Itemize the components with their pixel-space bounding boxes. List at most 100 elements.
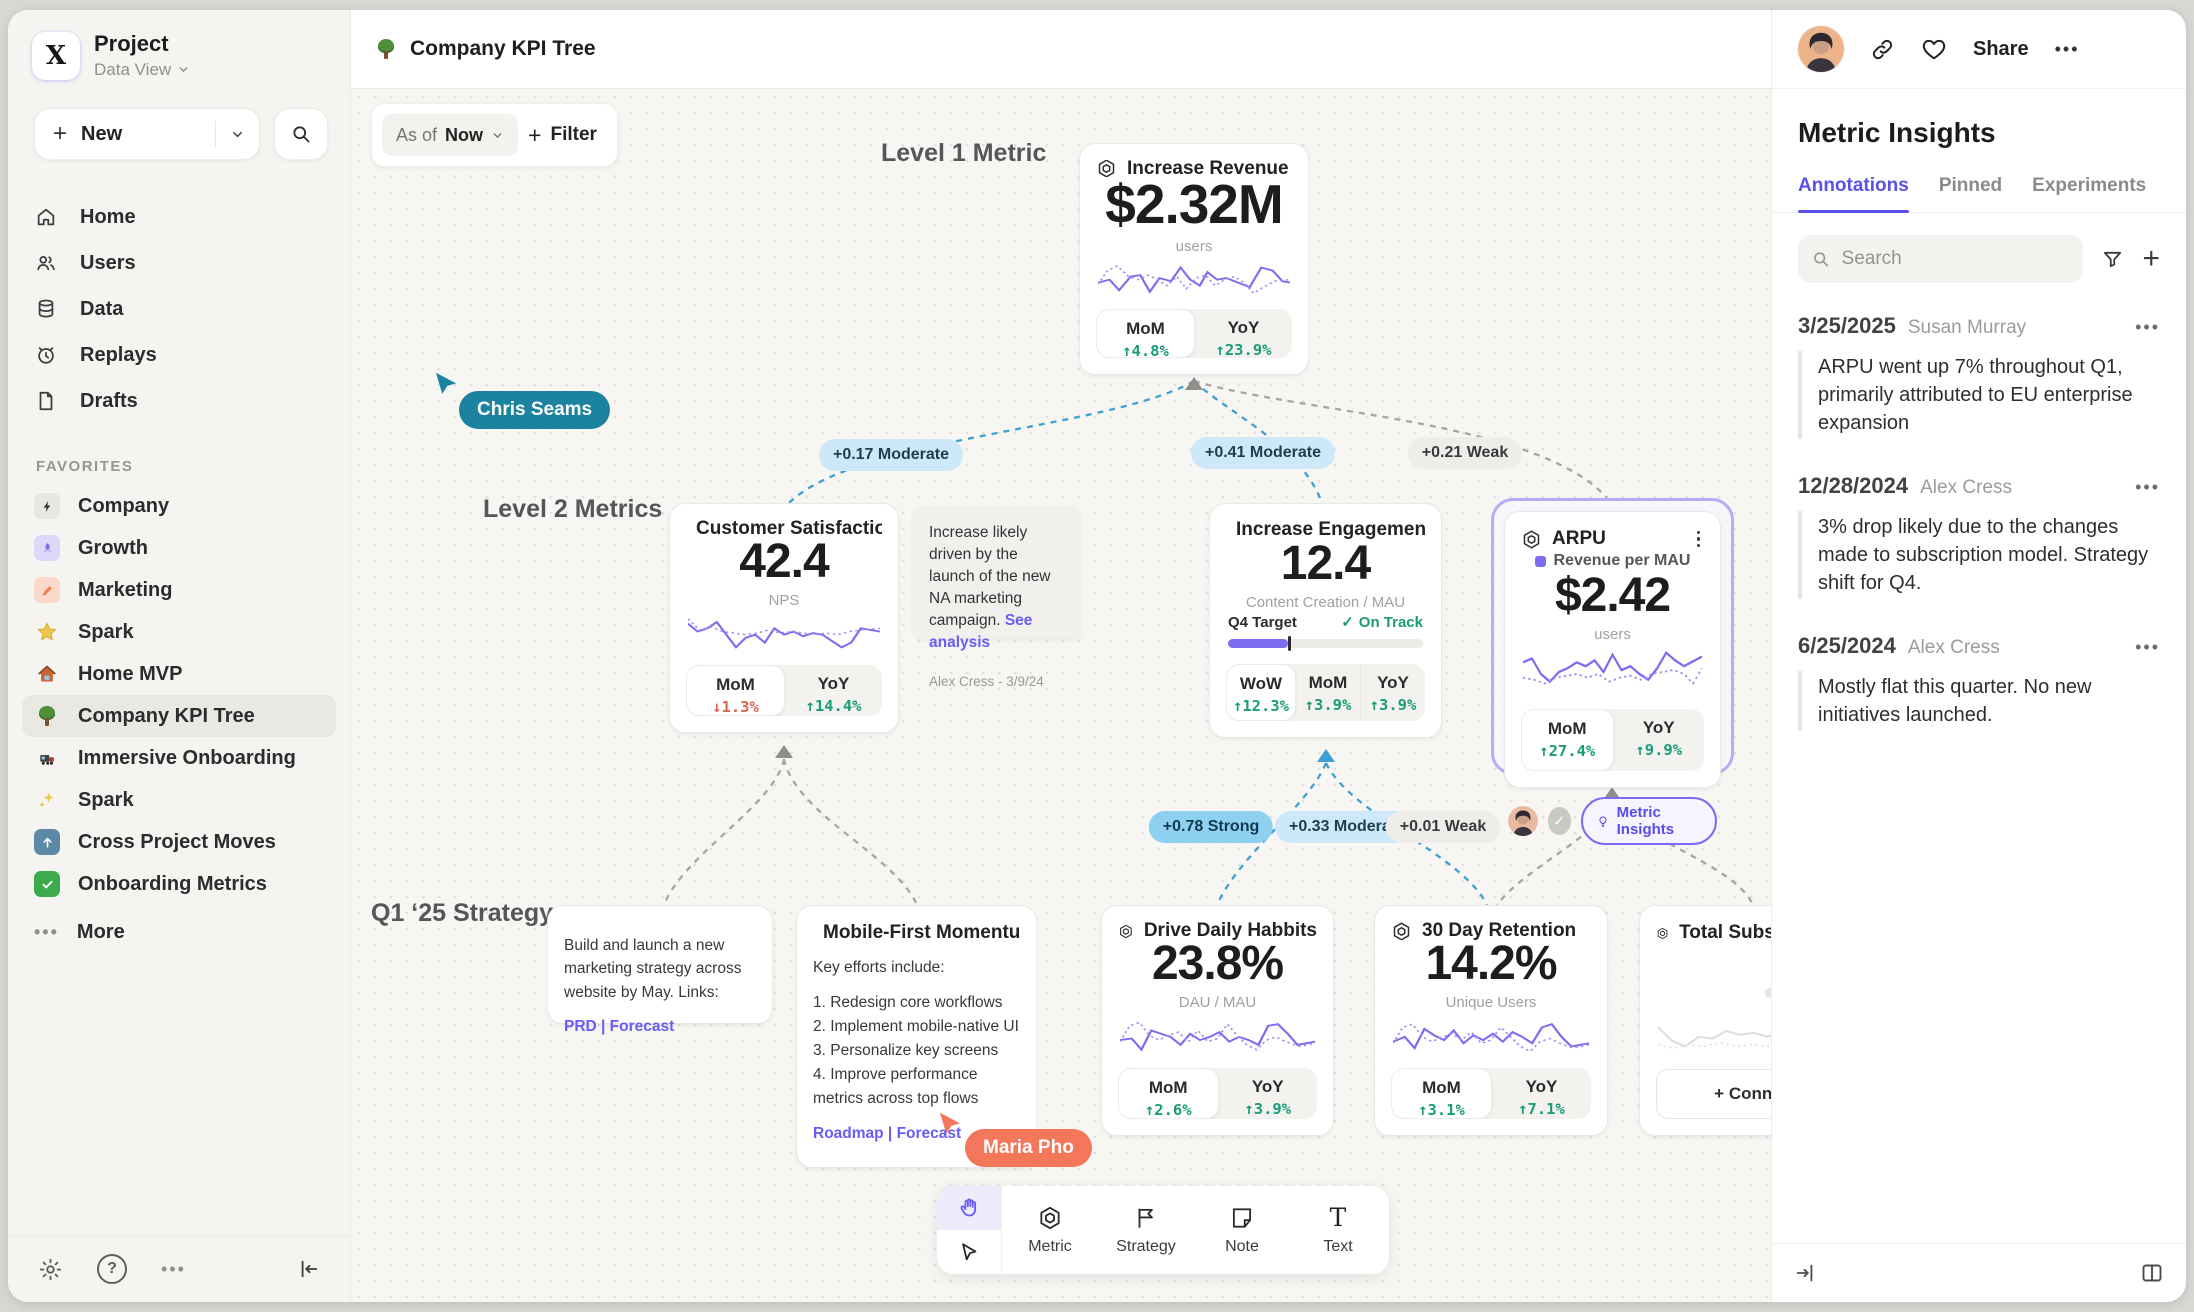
text-tool-button[interactable]: T Text xyxy=(1290,1186,1386,1274)
stat-mom[interactable]: MoM ↑3.1% xyxy=(1391,1068,1492,1119)
filter-funnel-icon[interactable] xyxy=(2101,248,2124,271)
sparkles-icon xyxy=(34,787,60,813)
edge-label[interactable]: +0.78 Strong xyxy=(1149,811,1273,843)
metric-card-total-subscriptions[interactable]: Total Subscriptions + Connect xyxy=(1639,905,1771,1136)
add-annotation-icon[interactable]: + xyxy=(2142,249,2160,269)
project-header[interactable]: X Project Data View xyxy=(8,10,350,90)
share-button[interactable]: Share xyxy=(1973,38,2029,61)
strategy-card-marketing-revamp[interactable]: Marketing Revamp Build and launch a new … xyxy=(547,905,773,1024)
favorite-company[interactable]: Company xyxy=(22,485,336,527)
favorite-spark-2[interactable]: Spark xyxy=(22,779,336,821)
search-icon xyxy=(291,124,311,144)
level1-label: Level 1 Metric xyxy=(881,139,1046,168)
annotation-menu-icon[interactable]: ••• xyxy=(2135,637,2160,658)
metric-card-drive-daily-habbits[interactable]: Drive Daily Habbits 23.8% DAU / MAU MoM … xyxy=(1101,905,1334,1136)
stat-yoy[interactable]: YoY ↑3.9% xyxy=(1219,1068,1318,1119)
favorite-spark[interactable]: Spark xyxy=(22,611,336,653)
metric-value: 23.8% xyxy=(1118,940,1317,988)
stat-value: ↑9.9% xyxy=(1620,741,1699,759)
favorite-growth[interactable]: Growth xyxy=(22,527,336,569)
stat-value: ↑23.9% xyxy=(1201,341,1286,358)
metric-unit: Unique Users xyxy=(1391,994,1591,1011)
metric-card-arpu-selected[interactable]: ARPU Revenue per MAU $2.42 users M xyxy=(1491,498,1734,775)
select-tool-button[interactable] xyxy=(937,1230,1001,1274)
favorite-home-mvp[interactable]: Home MVP xyxy=(22,653,336,695)
metric-card-increase-revenue[interactable]: Increase Revenue $2.32M users MoM ↑4.8% xyxy=(1079,143,1309,375)
kpi-tree-canvas[interactable]: +0.17 Moderate +0.41 Moderate +0.21 Weak… xyxy=(351,89,1771,1302)
help-icon[interactable]: ? xyxy=(97,1254,127,1284)
tab-experiments[interactable]: Experiments xyxy=(2032,175,2146,212)
stat-yoy[interactable]: YoY ↑14.4% xyxy=(785,665,882,716)
metric-insights-button[interactable]: Metric Insights xyxy=(1581,797,1717,845)
stat-mom[interactable]: MoM ↑4.8% xyxy=(1096,309,1195,358)
as-of-selector[interactable]: As of Now xyxy=(382,114,518,156)
new-button[interactable]: + New xyxy=(34,108,260,160)
add-filter-button[interactable]: + Filter xyxy=(528,122,597,149)
stat-wow[interactable]: WoW ↑12.3% xyxy=(1226,664,1296,721)
annotation-text: Mostly flat this quarter. No new initiat… xyxy=(1798,671,2160,731)
search-input[interactable] xyxy=(1840,247,2070,271)
edge-label[interactable]: +0.01 Weak xyxy=(1386,811,1500,843)
annotation-menu-icon[interactable]: ••• xyxy=(2135,477,2160,498)
sidebar-item-users[interactable]: Users xyxy=(34,240,332,286)
annotation-item[interactable]: 6/25/2024 Alex Cress ••• Mostly flat thi… xyxy=(1798,633,2160,731)
stat-mom[interactable]: MoM ↑2.6% xyxy=(1118,1068,1219,1119)
project-view-switcher[interactable]: Data View xyxy=(94,60,190,80)
project-name: Project xyxy=(94,32,190,56)
stat-yoy[interactable]: YoY ↑7.1% xyxy=(1492,1068,1591,1119)
favorite-onboarding-metrics[interactable]: Onboarding Metrics xyxy=(22,863,336,905)
stat-yoy[interactable]: YoY ↑3.9% xyxy=(1360,664,1425,721)
metric-card-customer-satisfaction[interactable]: Customer Satisfaction 42.4 NPS MoM ↓1.3% xyxy=(669,503,899,733)
split-view-icon[interactable] xyxy=(2140,1261,2164,1285)
favorite-marketing[interactable]: Marketing xyxy=(22,569,336,611)
metric-unit: Content Creation / MAU xyxy=(1226,594,1425,611)
stat-mom[interactable]: MoM ↑3.9% xyxy=(1296,664,1360,721)
annotation-item[interactable]: 3/25/2025 Susan Murray ••• ARPU went up … xyxy=(1798,313,2160,439)
tab-annotations[interactable]: Annotations xyxy=(1798,175,1909,212)
stat-yoy[interactable]: YoY ↑23.9% xyxy=(1195,309,1292,358)
edge-label[interactable]: +0.21 Weak xyxy=(1408,437,1522,469)
favorites-more[interactable]: ••• More xyxy=(8,905,350,959)
favorite-immersive-onboarding[interactable]: Immersive Onboarding xyxy=(22,737,336,779)
sidebar-item-home[interactable]: Home xyxy=(34,194,332,240)
strategy-links[interactable]: PRD | Forecast xyxy=(564,1018,756,1036)
sidebar-item-drafts[interactable]: Drafts xyxy=(34,378,332,424)
rocket-icon xyxy=(34,535,60,561)
connect-data-button[interactable]: + Connect xyxy=(1656,1069,1771,1119)
stat-mom[interactable]: MoM ↑27.4% xyxy=(1521,709,1614,771)
favorite-company-kpi-tree[interactable]: Company KPI Tree xyxy=(22,695,336,737)
sidebar-item-data[interactable]: Data xyxy=(34,286,332,332)
edge-label[interactable]: +0.41 Moderate xyxy=(1191,437,1335,469)
annotation-menu-icon[interactable]: ••• xyxy=(2135,317,2160,338)
stat-mom[interactable]: MoM ↓1.3% xyxy=(686,665,785,716)
card-menu-icon[interactable] xyxy=(1693,529,1705,550)
user-avatar[interactable] xyxy=(1798,26,1844,72)
favorite-cross-project-moves[interactable]: Cross Project Moves xyxy=(22,821,336,863)
metric-card-30-day-retention[interactable]: 30 Day Retention 14.2% Unique Users MoM … xyxy=(1374,905,1608,1136)
stat-yoy[interactable]: YoY ↑9.9% xyxy=(1614,709,1705,771)
strategy-tool-button[interactable]: Strategy xyxy=(1098,1186,1194,1274)
edge-label[interactable]: +0.17 Moderate xyxy=(819,439,963,471)
annotation-search[interactable] xyxy=(1798,235,2083,283)
metric-tool-button[interactable]: Metric xyxy=(1002,1186,1098,1274)
collapse-panel-icon[interactable] xyxy=(1794,1262,1816,1284)
sidebar-search-button[interactable] xyxy=(274,108,328,160)
copy-link-icon[interactable] xyxy=(1870,37,1895,62)
metric-card-increase-engagement[interactable]: Increase Engagement 12.4 Content Creatio… xyxy=(1209,503,1442,738)
tab-pinned[interactable]: Pinned xyxy=(1939,175,2002,212)
more-options-icon[interactable]: ••• xyxy=(2055,39,2080,60)
star-icon xyxy=(34,619,60,645)
chevron-down-icon[interactable] xyxy=(230,127,245,142)
collapse-sidebar-icon[interactable] xyxy=(298,1258,320,1280)
favorite-heart-icon[interactable] xyxy=(1921,36,1947,62)
note-tool-button[interactable]: Note xyxy=(1194,1186,1290,1274)
canvas-toolbar: Metric Strategy Note T Text xyxy=(936,1185,1390,1275)
sidebar-item-replays[interactable]: Replays xyxy=(34,332,332,378)
settings-gear-icon[interactable] xyxy=(38,1257,63,1282)
stat-label: YoY xyxy=(791,674,876,694)
annotation-item[interactable]: 12/28/2024 Alex Cress ••• 3% drop likely… xyxy=(1798,473,2160,599)
favorite-label: Company xyxy=(78,495,169,518)
sidebar-more-icon[interactable]: ••• xyxy=(161,1259,186,1280)
hand-tool-button[interactable] xyxy=(937,1186,1001,1230)
canvas-annotation-note[interactable]: Increase likely driven by the launch of … xyxy=(913,506,1081,638)
